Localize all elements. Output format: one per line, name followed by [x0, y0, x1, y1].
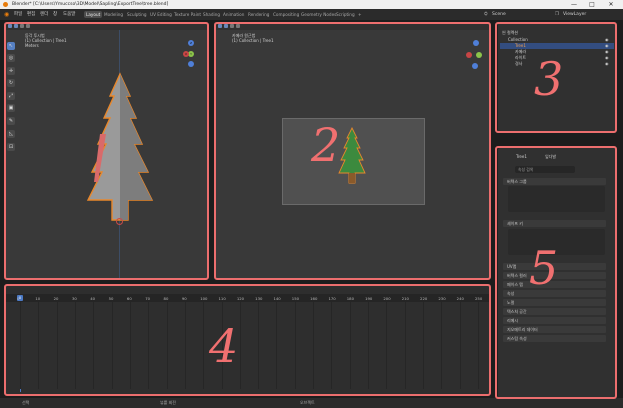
window-title: Blender* [C:\Users\Ymuccso\3D\Model\Sapl…	[12, 2, 169, 7]
status-object-hint: 오브젝트	[300, 400, 315, 405]
annotation-number-5: 5	[529, 241, 559, 295]
annotation-frame-1	[4, 22, 209, 280]
tab-rendering[interactable]: Rendering	[246, 11, 271, 18]
tab-sculpting[interactable]: Sculpting	[125, 11, 149, 18]
menu-file[interactable]: 파일	[14, 9, 22, 20]
status-bar: 선택 뷰를 회전 오브젝트	[0, 398, 623, 408]
tab-animation[interactable]: Animation	[221, 11, 246, 18]
view-layer-selector[interactable]: ViewLayer	[563, 9, 586, 20]
tab-compositing[interactable]: Compositing	[271, 11, 301, 18]
scene-icon: ⛭	[484, 12, 488, 17]
annotation-number-2: 2	[311, 118, 341, 172]
tab-texture-paint[interactable]: Texture Paint	[172, 11, 203, 18]
blender-logo-icon	[3, 2, 8, 7]
add-workspace-button[interactable]: +	[356, 11, 364, 18]
tab-modeling[interactable]: Modeling	[102, 11, 125, 18]
close-button[interactable]: ✕	[604, 0, 618, 9]
annotation-number-4: 4	[209, 319, 239, 373]
top-menu-bar: ◉ 파일 편집 렌더 창 도움말 Layout Modeling Sculpti…	[0, 9, 623, 20]
maximize-button[interactable]: □	[585, 0, 599, 9]
window-title-bar: Blender* [C:\Users\Ymuccso\3D\Model\Sapl…	[0, 0, 623, 9]
minimize-button[interactable]: —	[567, 0, 581, 9]
annotation-number-3: 3	[534, 52, 564, 106]
menu-window[interactable]: 창	[53, 9, 57, 20]
blender-menu-icon[interactable]: ◉	[4, 9, 9, 20]
annotation-frame-2	[214, 22, 491, 280]
menu-render[interactable]: 렌더	[40, 9, 48, 20]
tab-shading[interactable]: Shading	[201, 11, 222, 18]
tab-geometry-nodes[interactable]: Geometry Nodes	[299, 11, 338, 18]
tab-uv-editing[interactable]: UV Editing	[148, 11, 174, 18]
scene-selector[interactable]: Scene	[492, 9, 506, 20]
tab-scripting[interactable]: Scripting	[334, 11, 357, 18]
menu-help[interactable]: 도움말	[63, 9, 75, 20]
status-select-hint: 선택	[22, 400, 30, 405]
tab-layout[interactable]: Layout	[84, 11, 103, 18]
status-rotate-hint: 뷰를 회전	[160, 400, 176, 405]
annotation-frame-4	[4, 284, 491, 396]
menu-edit[interactable]: 편집	[27, 9, 35, 20]
view-layer-icon: ❐	[555, 12, 560, 17]
